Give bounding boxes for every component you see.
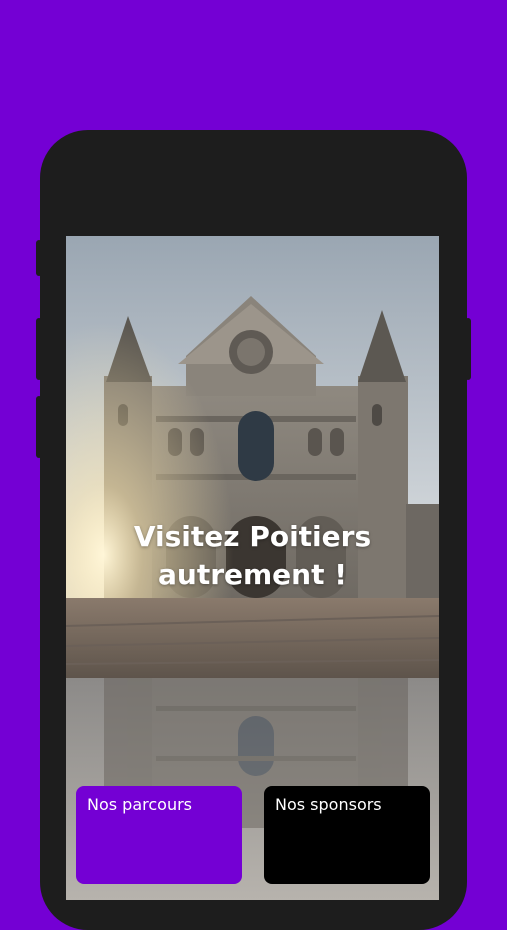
app-screen: Visitez Poitiers autrement ! Nos parcour… — [66, 236, 439, 900]
parcours-button[interactable]: Nos parcours — [76, 786, 242, 884]
sponsors-button-label: Nos sponsors — [275, 795, 382, 814]
headline-line-2: autrement ! — [157, 558, 347, 591]
hero-headline: Visitez Poitiers autrement ! — [66, 518, 439, 594]
headline-line-1: Visitez Poitiers — [133, 520, 372, 553]
parcours-button-label: Nos parcours — [87, 795, 193, 814]
sponsors-button[interactable]: Nos sponsors — [264, 786, 430, 884]
